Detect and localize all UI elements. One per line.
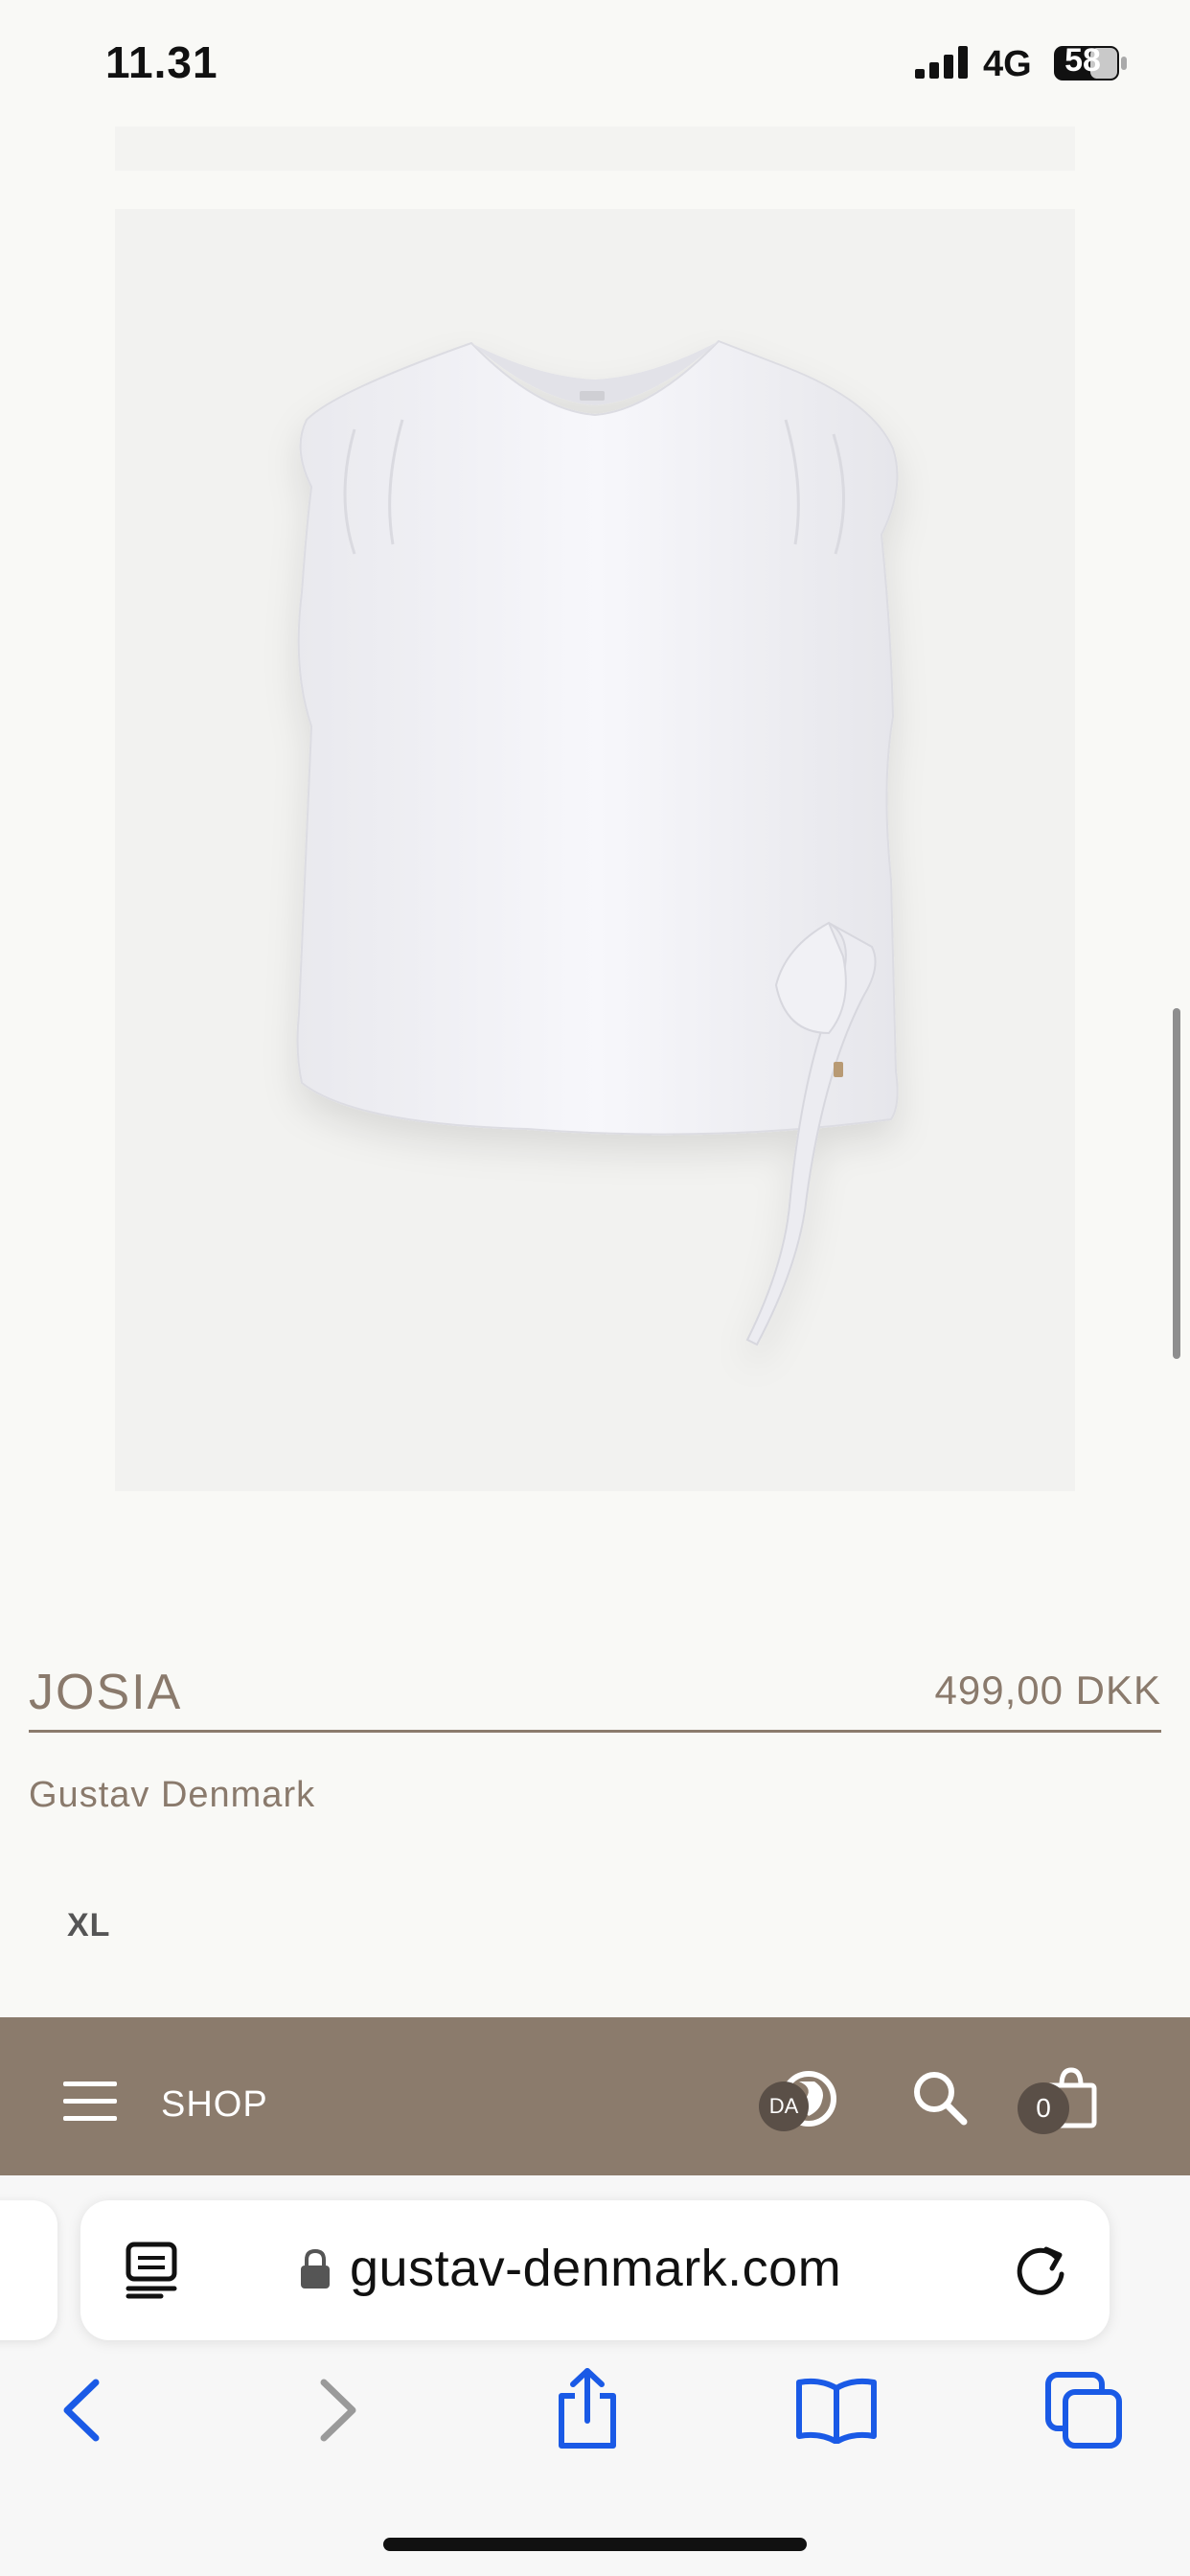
sleeveless-top-illustration bbox=[296, 339, 899, 1346]
title-divider bbox=[29, 1730, 1161, 1733]
forward-icon[interactable] bbox=[316, 2377, 360, 2444]
back-icon[interactable] bbox=[59, 2377, 103, 2444]
previous-tab-peek[interactable] bbox=[0, 2200, 57, 2340]
status-time: 11.31 bbox=[105, 37, 218, 87]
network-label: 4G bbox=[983, 44, 1032, 84]
cart-count-badge[interactable]: 0 bbox=[1018, 2082, 1069, 2134]
battery-level: 58 bbox=[1064, 42, 1101, 79]
previous-product-image[interactable] bbox=[115, 126, 1075, 171]
size-option-xl[interactable]: XL bbox=[67, 1907, 110, 1944]
reload-icon[interactable] bbox=[1014, 2243, 1069, 2299]
shop-menu-label[interactable]: SHOP bbox=[161, 2084, 268, 2126]
home-indicator[interactable] bbox=[383, 2538, 807, 2551]
brand-name: Gustav Denmark bbox=[29, 1775, 316, 1815]
reader-icon[interactable] bbox=[125, 2241, 178, 2300]
product-price: 499,00 DKK bbox=[934, 1668, 1161, 1713]
search-icon[interactable] bbox=[910, 2068, 970, 2128]
product-name: JOSIA bbox=[29, 1665, 183, 1720]
scroll-indicator[interactable] bbox=[1173, 1008, 1180, 1359]
tabs-icon[interactable] bbox=[1044, 2371, 1123, 2450]
lock-icon bbox=[301, 2248, 330, 2288]
url-text[interactable]: gustav-denmark.com bbox=[350, 2239, 841, 2298]
bookmarks-icon[interactable] bbox=[793, 2375, 880, 2444]
language-badge[interactable]: DA bbox=[759, 2082, 809, 2131]
share-icon[interactable] bbox=[554, 2367, 621, 2451]
product-image[interactable] bbox=[115, 209, 1075, 1491]
signal-icon bbox=[915, 46, 968, 79]
menu-icon[interactable] bbox=[63, 2080, 121, 2124]
